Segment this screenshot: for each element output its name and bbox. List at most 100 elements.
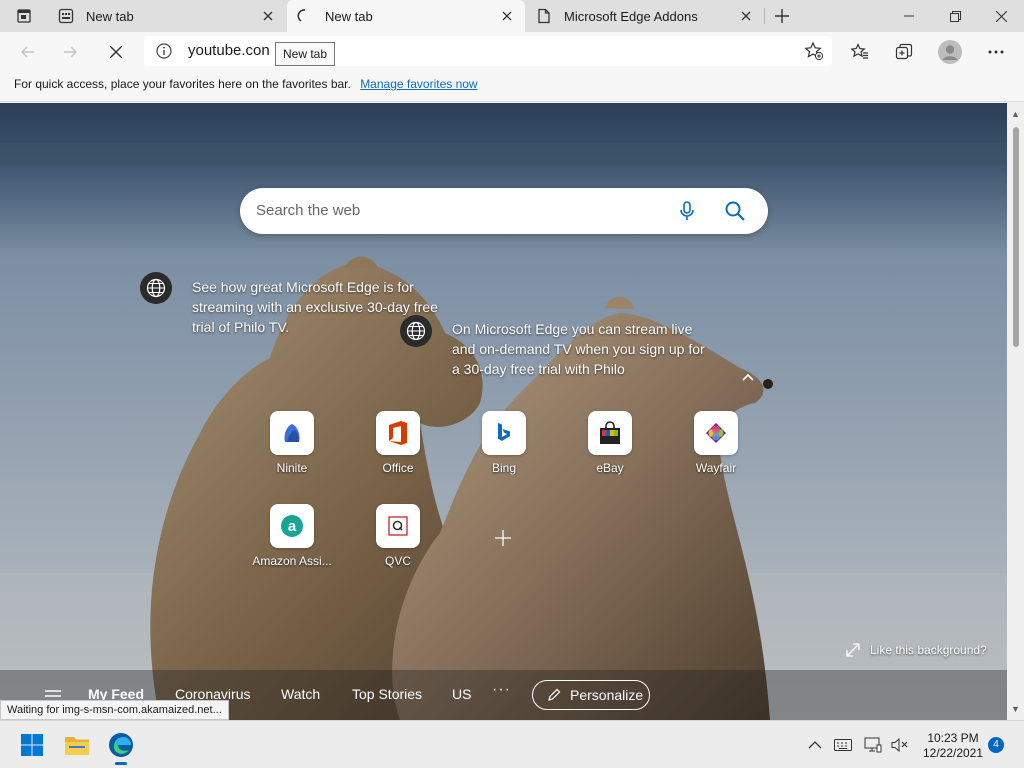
promo-globe-button-2[interactable] bbox=[400, 315, 432, 347]
add-favorite-icon[interactable] bbox=[804, 41, 824, 61]
personalize-button[interactable]: Personalize bbox=[532, 680, 650, 710]
globe-icon bbox=[406, 321, 426, 341]
quick-link-office[interactable]: Office bbox=[350, 411, 446, 475]
tab-separator bbox=[764, 8, 765, 24]
like-background-button[interactable]: Like this background? bbox=[846, 643, 987, 657]
svg-text:a: a bbox=[288, 518, 297, 535]
favorites-button[interactable] bbox=[844, 36, 876, 68]
search-icon[interactable] bbox=[724, 200, 746, 222]
loading-status: Waiting for img-s-msn-com.akamaized.net.… bbox=[0, 700, 229, 720]
volume-muted-icon bbox=[891, 737, 908, 753]
scroll-down-arrow-icon[interactable]: ▼ bbox=[1011, 704, 1020, 714]
address-bar[interactable]: youtube.con bbox=[144, 36, 832, 66]
scrollbar-thumb[interactable] bbox=[1013, 127, 1019, 347]
tile-label: Amazon Assi... bbox=[252, 554, 332, 568]
loading-spinner-icon bbox=[297, 8, 313, 24]
restore-button[interactable] bbox=[932, 0, 978, 32]
promo-line: and on-demand TV when you sign up for bbox=[452, 341, 705, 357]
tab-new-tab-2[interactable]: New tab bbox=[287, 0, 525, 32]
address-url[interactable]: youtube.con bbox=[188, 42, 270, 59]
quick-link-qvc[interactable]: QVC bbox=[350, 504, 446, 568]
scroll-up-arrow-icon[interactable]: ▲ bbox=[1011, 109, 1020, 119]
qvc-icon bbox=[376, 504, 420, 548]
file-explorer-button[interactable] bbox=[61, 729, 93, 761]
network-icon bbox=[864, 737, 882, 753]
plus-icon bbox=[775, 9, 789, 23]
chevron-up-icon bbox=[808, 741, 822, 749]
pencil-icon bbox=[548, 688, 561, 701]
network-tray-button[interactable] bbox=[864, 737, 882, 753]
globe-icon bbox=[146, 278, 166, 298]
wayfair-icon bbox=[694, 411, 738, 455]
quick-link-amazon-assistant[interactable]: a Amazon Assi... bbox=[244, 504, 340, 568]
add-site-button[interactable] bbox=[490, 528, 516, 554]
plus-icon bbox=[495, 530, 511, 546]
favorites-bar-hint: For quick access, place your favorites h… bbox=[0, 72, 1024, 102]
info-icon[interactable] bbox=[156, 43, 172, 59]
new-tab-button[interactable] bbox=[768, 4, 796, 28]
more-horizontal-icon bbox=[988, 50, 1004, 54]
feed-more-button[interactable]: ··· bbox=[492, 681, 511, 699]
collapse-promo-button[interactable] bbox=[741, 371, 761, 387]
collections-button[interactable] bbox=[888, 36, 920, 68]
philo-promo-2[interactable]: On Microsoft Edge you can stream live an… bbox=[452, 319, 722, 379]
minimize-button[interactable] bbox=[886, 0, 932, 32]
promo-globe-button-1[interactable] bbox=[140, 272, 172, 304]
promo-line: a 30-day free trial with Philo bbox=[452, 361, 625, 377]
bing-icon bbox=[482, 411, 526, 455]
search-placeholder: Search the web bbox=[256, 202, 361, 219]
keyboard-icon bbox=[834, 739, 852, 751]
office-icon bbox=[376, 411, 420, 455]
stop-loading-button[interactable] bbox=[100, 36, 132, 68]
forward-button[interactable] bbox=[54, 36, 86, 68]
feed-tab-top-stories[interactable]: Top Stories bbox=[352, 686, 422, 702]
settings-more-button[interactable] bbox=[980, 36, 1012, 68]
show-hidden-icons-button[interactable] bbox=[806, 737, 824, 753]
tab-new-tab-1[interactable]: New tab bbox=[48, 0, 286, 32]
page-scrollbar[interactable]: ▲ ▼ bbox=[1007, 103, 1024, 720]
tab-tooltip: New tab bbox=[275, 42, 336, 66]
amazon-icon: a bbox=[270, 504, 314, 548]
tab-edge-addons[interactable]: Microsoft Edge Addons bbox=[526, 0, 764, 32]
volume-tray-button[interactable] bbox=[891, 737, 909, 753]
arrow-right-icon bbox=[64, 46, 77, 58]
chevron-up-icon bbox=[742, 373, 754, 381]
system-clock[interactable]: 10:23 PM 12/22/2021 bbox=[918, 731, 988, 761]
arrow-left-icon bbox=[21, 46, 34, 58]
close-icon bbox=[110, 46, 122, 58]
microphone-icon[interactable] bbox=[676, 200, 698, 222]
tab-title: Microsoft Edge Addons bbox=[564, 8, 698, 24]
feed-tab-us[interactable]: US bbox=[452, 686, 471, 702]
quick-link-ebay[interactable]: eBay bbox=[562, 411, 658, 475]
start-button[interactable] bbox=[16, 729, 48, 761]
manage-favorites-link[interactable]: Manage favorites now bbox=[360, 77, 477, 91]
feed-tab-watch[interactable]: Watch bbox=[281, 686, 320, 702]
tab-title: New tab bbox=[86, 8, 134, 24]
quick-link-ninite[interactable]: Ninite bbox=[244, 411, 340, 475]
clock-date: 12/22/2021 bbox=[922, 746, 984, 760]
back-button[interactable] bbox=[12, 36, 44, 68]
avatar-icon bbox=[938, 40, 962, 64]
web-search-box[interactable]: Search the web bbox=[240, 188, 768, 234]
edge-taskbar-button[interactable] bbox=[105, 729, 137, 765]
quick-link-wayfair[interactable]: Wayfair bbox=[668, 411, 764, 475]
favorites-hint-text: For quick access, place your favorites h… bbox=[14, 77, 351, 91]
promo-line: streaming with an exclusive 30-day free bbox=[192, 299, 438, 315]
tab-strip: New tab New tab Microsoft Edge Addons bbox=[0, 0, 1024, 32]
tab-actions-button[interactable] bbox=[8, 4, 40, 28]
notification-badge[interactable]: 4 bbox=[988, 737, 1004, 753]
close-tab-icon[interactable] bbox=[499, 8, 515, 24]
clock-time: 10:23 PM bbox=[927, 731, 979, 745]
tile-label: Office bbox=[382, 461, 414, 475]
expand-icon bbox=[846, 643, 860, 657]
keyboard-tray-button[interactable] bbox=[834, 737, 852, 753]
windows-start-icon bbox=[21, 734, 43, 756]
close-tab-icon[interactable] bbox=[738, 8, 754, 24]
tile-label: Bing bbox=[491, 461, 517, 475]
profile-button[interactable] bbox=[934, 36, 966, 68]
close-tab-icon[interactable] bbox=[260, 8, 276, 24]
close-window-button[interactable] bbox=[978, 0, 1024, 32]
page-document-icon bbox=[536, 8, 552, 24]
restore-icon bbox=[949, 10, 961, 22]
quick-link-bing[interactable]: Bing bbox=[456, 411, 552, 475]
